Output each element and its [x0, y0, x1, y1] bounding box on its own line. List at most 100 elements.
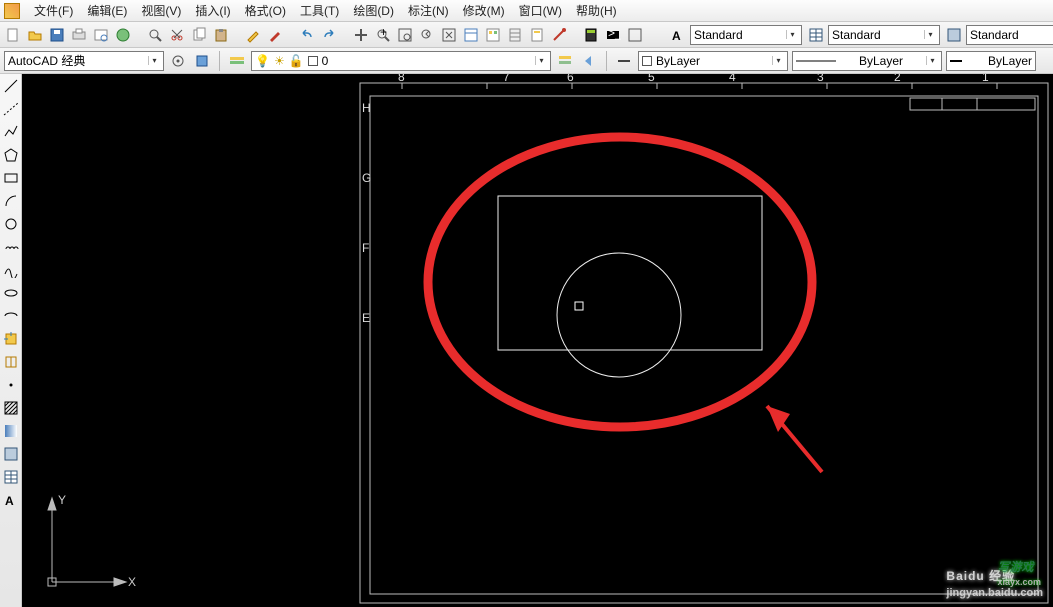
- sun-icon: ☀: [274, 54, 285, 68]
- point-button[interactable]: [2, 376, 20, 394]
- menu-file[interactable]: 文件(F): [34, 2, 73, 19]
- ruler-num: 7: [503, 74, 510, 84]
- tool-palettes-button[interactable]: [506, 25, 524, 45]
- layer-dropdown[interactable]: 💡 ☀ 🔓 0 ▾: [251, 51, 551, 71]
- lock-icon: 🔓: [289, 54, 304, 68]
- clean-screen-button[interactable]: [626, 25, 644, 45]
- ruler-num: 2: [894, 74, 901, 84]
- zoom-extents-button[interactable]: [440, 25, 458, 45]
- lineweight-dropdown[interactable]: ByLayer: [946, 51, 1036, 71]
- workspace-settings-button[interactable]: [168, 51, 188, 71]
- insert-block-button[interactable]: [2, 330, 20, 348]
- polygon-button[interactable]: [2, 146, 20, 164]
- ellipse-arc-button[interactable]: [2, 307, 20, 325]
- layer-value: 0: [322, 54, 329, 68]
- ucs-x-label: X: [128, 575, 136, 589]
- separator: [219, 51, 220, 71]
- table-style-dropdown[interactable]: Standard▾: [966, 25, 1053, 45]
- open-folder-button[interactable]: [26, 25, 44, 45]
- layer-states-button[interactable]: [555, 51, 575, 71]
- ruler-num: 1: [982, 74, 989, 84]
- arc-button[interactable]: [2, 192, 20, 210]
- dim-style-dropdown[interactable]: Standard ▾: [828, 25, 940, 45]
- line-button[interactable]: [2, 77, 20, 95]
- linetype-icon[interactable]: [614, 51, 634, 71]
- pan-button[interactable]: [352, 25, 370, 45]
- chevron-down-icon: ▾: [535, 56, 547, 65]
- construction-line-button[interactable]: [2, 100, 20, 118]
- region-button[interactable]: [944, 25, 964, 45]
- menu-view[interactable]: 视图(V): [141, 2, 181, 19]
- ruler-letter: E: [362, 311, 370, 325]
- make-block-button[interactable]: [2, 353, 20, 371]
- paste-button[interactable]: [212, 25, 230, 45]
- match-props-button[interactable]: [244, 25, 262, 45]
- find-button[interactable]: [146, 25, 164, 45]
- menu-modify[interactable]: 修改(M): [463, 2, 505, 19]
- ruler-num: 3: [817, 74, 824, 84]
- redo-button[interactable]: [320, 25, 338, 45]
- circle-button[interactable]: [2, 215, 20, 233]
- color-dropdown[interactable]: ByLayer ▾: [638, 51, 788, 71]
- layer-previous-button[interactable]: [579, 51, 599, 71]
- cut-button[interactable]: [168, 25, 186, 45]
- paintbrush-button[interactable]: [266, 25, 284, 45]
- menu-help[interactable]: 帮助(H): [576, 2, 617, 19]
- quickcalc-button[interactable]: [582, 25, 600, 45]
- multiline-text-button[interactable]: A: [668, 25, 688, 45]
- canvas-svg: 8 7 6 5 4 3 2 1 H G F E: [22, 74, 1053, 607]
- menu-window[interactable]: 窗口(W): [519, 2, 562, 19]
- menu-draw[interactable]: 绘图(D): [353, 2, 394, 19]
- workspace-dropdown[interactable]: AutoCAD 经典 ▾: [4, 51, 164, 71]
- polyline-button[interactable]: [2, 123, 20, 141]
- hatch-button[interactable]: [2, 399, 20, 417]
- ruler-letter: F: [362, 241, 369, 255]
- linetype-dropdown[interactable]: ByLayer ▾: [792, 51, 942, 71]
- text-style-dropdown[interactable]: Standard▾: [690, 25, 802, 45]
- ellipse-button[interactable]: [2, 284, 20, 302]
- command-line-button[interactable]: >_: [604, 25, 622, 45]
- rectangle-button[interactable]: [2, 169, 20, 187]
- text-style-dropdown-value: Standard: [694, 28, 743, 42]
- zoom-window-button[interactable]: [396, 25, 414, 45]
- gradient-button[interactable]: [2, 422, 20, 440]
- print-preview-button[interactable]: [92, 25, 110, 45]
- undo-button[interactable]: [298, 25, 316, 45]
- layer-properties-button[interactable]: [227, 51, 247, 71]
- drawn-circle: [557, 253, 681, 377]
- linetype-value: ByLayer: [859, 54, 903, 68]
- table-button[interactable]: [2, 468, 20, 486]
- menu-tools[interactable]: 工具(T): [300, 2, 339, 19]
- zoom-previous-button[interactable]: [418, 25, 436, 45]
- save-button[interactable]: [48, 25, 66, 45]
- table-button[interactable]: [806, 25, 826, 45]
- revision-cloud-button[interactable]: [2, 238, 20, 256]
- menu-dimension[interactable]: 标注(N): [408, 2, 449, 19]
- table-style-dropdown-value: Standard: [970, 28, 1019, 42]
- multiline-text-button[interactable]: A: [2, 491, 20, 509]
- copy-button[interactable]: [190, 25, 208, 45]
- workspace-save-button[interactable]: [192, 51, 212, 71]
- region-button[interactable]: [2, 445, 20, 463]
- sheet-set-button[interactable]: [528, 25, 546, 45]
- menu-format[interactable]: 格式(O): [245, 2, 286, 19]
- ruler-letter: H: [362, 101, 371, 115]
- dim-style-dropdown-value: Standard: [832, 28, 881, 42]
- chevron-down-icon: ▾: [924, 30, 936, 39]
- menu-insert[interactable]: 插入(I): [195, 2, 230, 19]
- drawing-canvas[interactable]: 8 7 6 5 4 3 2 1 H G F E: [22, 74, 1053, 607]
- app-logo-icon: [4, 3, 20, 19]
- new-file-button[interactable]: [4, 25, 22, 45]
- markup-button[interactable]: [550, 25, 568, 45]
- ucs-icon: [48, 498, 126, 586]
- zoom-realtime-button[interactable]: +: [374, 25, 392, 45]
- properties-button[interactable]: [462, 25, 480, 45]
- spline-button[interactable]: [2, 261, 20, 279]
- publish-button[interactable]: [114, 25, 132, 45]
- lineweight-value: ByLayer: [988, 54, 1032, 68]
- standard-toolbar: +>_AStandard▾Standard▾Standard▾: [0, 22, 1053, 48]
- design-center-button[interactable]: [484, 25, 502, 45]
- plot-button[interactable]: [70, 25, 88, 45]
- ucs-y-label: Y: [58, 493, 66, 507]
- menu-edit[interactable]: 编辑(E): [87, 2, 127, 19]
